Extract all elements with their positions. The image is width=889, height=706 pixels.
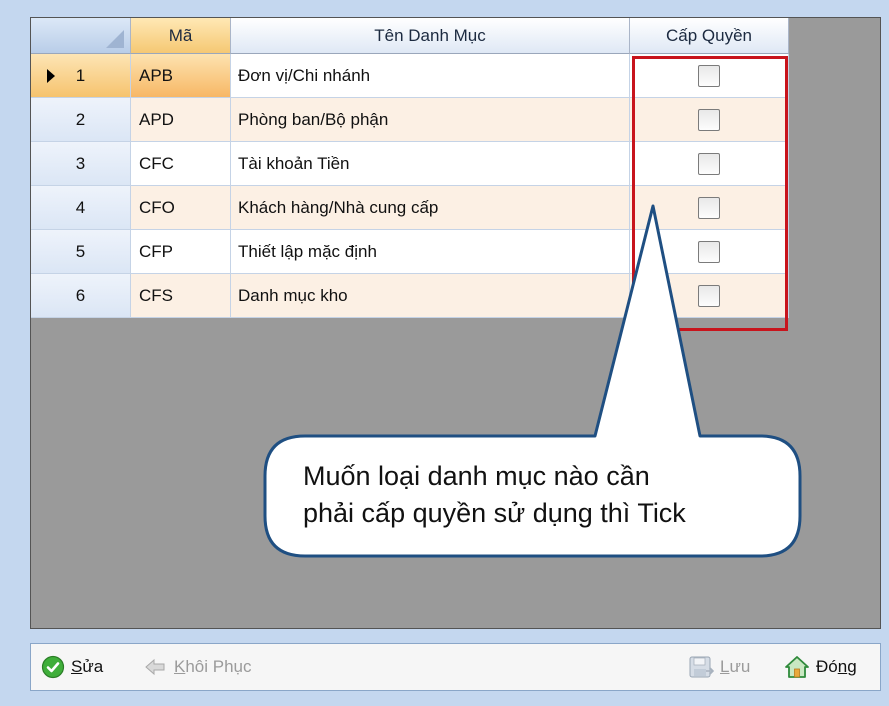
column-header-cap-quyen[interactable]: Cấp Quyền xyxy=(630,18,789,54)
cell-ten-danh-muc[interactable]: Thiết lập mặc định xyxy=(231,230,630,274)
cell-cap-quyen[interactable] xyxy=(630,142,789,186)
permission-checkbox[interactable] xyxy=(698,108,720,131)
callout-text: Muốn loại danh mục nào cần phải cấp quyề… xyxy=(303,458,743,532)
close-label: g xyxy=(847,657,857,676)
row-header[interactable]: 1 xyxy=(31,54,131,98)
current-row-arrow-icon xyxy=(47,69,55,83)
column-header-ma[interactable]: Mã xyxy=(131,18,231,54)
cell-ma[interactable]: CFC xyxy=(131,142,231,186)
home-icon xyxy=(785,656,809,678)
column-header-ten-danh-muc[interactable]: Tên Danh Mục xyxy=(231,18,630,54)
row-header[interactable]: 6 xyxy=(31,274,131,318)
permission-checkbox[interactable] xyxy=(698,240,720,263)
callout-line-2: phải cấp quyền sử dụng thì Tick xyxy=(303,498,686,528)
row-number: 5 xyxy=(75,241,86,261)
restore-label: hôi Phục xyxy=(185,657,252,676)
cell-cap-quyen[interactable] xyxy=(630,54,789,98)
close-label-prefix: Đó xyxy=(816,657,838,676)
edit-button[interactable]: Sửa xyxy=(41,644,103,690)
edit-label-accel: S xyxy=(71,657,83,676)
table-row[interactable]: 2 APD Phòng ban/Bộ phận xyxy=(31,98,789,142)
row-number: 3 xyxy=(75,153,86,173)
save-icon xyxy=(689,656,714,678)
save-label-accel: L xyxy=(720,657,730,676)
cell-ma[interactable]: CFS xyxy=(131,274,231,318)
category-permission-grid: Mã Tên Danh Mục Cấp Quyền 1 APB Đơn vị/C… xyxy=(30,17,881,629)
bottom-toolbar: Sửa Khôi Phục Lưu Đó n g xyxy=(30,643,881,691)
row-number: 6 xyxy=(75,285,86,305)
cell-cap-quyen[interactable] xyxy=(630,230,789,274)
cell-ten-danh-muc[interactable]: Khách hàng/Nhà cung cấp xyxy=(231,186,630,230)
table-row[interactable]: 1 APB Đơn vị/Chi nhánh xyxy=(31,54,789,98)
save-button[interactable]: Lưu xyxy=(688,644,750,690)
row-header[interactable]: 3 xyxy=(31,142,131,186)
cell-ten-danh-muc[interactable]: Tài khoản Tiền xyxy=(231,142,630,186)
cell-cap-quyen[interactable] xyxy=(630,274,789,318)
select-all-corner[interactable] xyxy=(31,18,131,54)
cell-ma[interactable]: APD xyxy=(131,98,231,142)
cell-cap-quyen[interactable] xyxy=(630,98,789,142)
cell-cap-quyen[interactable] xyxy=(630,186,789,230)
permission-checkbox[interactable] xyxy=(698,64,720,87)
corner-triangle-icon xyxy=(106,30,124,48)
restore-label-accel: K xyxy=(174,657,186,676)
row-header[interactable]: 5 xyxy=(31,230,131,274)
cell-ten-danh-muc[interactable]: Phòng ban/Bộ phận xyxy=(231,98,630,142)
cell-ma[interactable]: APB xyxy=(131,54,231,98)
permission-checkbox[interactable] xyxy=(698,196,720,219)
table-row[interactable]: 6 CFS Danh mục kho xyxy=(31,274,789,318)
permission-checkbox[interactable] xyxy=(698,152,720,175)
row-header[interactable]: 2 xyxy=(31,98,131,142)
restore-button[interactable]: Khôi Phục xyxy=(144,644,252,690)
row-header[interactable]: 4 xyxy=(31,186,131,230)
close-label-accel: n xyxy=(837,657,848,676)
save-label: ưu xyxy=(729,657,751,676)
back-arrow-icon xyxy=(145,658,165,676)
cell-ma[interactable]: CFO xyxy=(131,186,231,230)
table-row[interactable]: 4 CFO Khách hàng/Nhà cung cấp xyxy=(31,186,789,230)
cell-ten-danh-muc[interactable]: Đơn vị/Chi nhánh xyxy=(231,54,630,98)
edit-label: ửa xyxy=(82,657,104,676)
table-row[interactable]: 3 CFC Tài khoản Tiền xyxy=(31,142,789,186)
cell-ten-danh-muc[interactable]: Danh mục kho xyxy=(231,274,630,318)
row-number: 2 xyxy=(75,109,86,129)
table-row[interactable]: 5 CFP Thiết lập mặc định xyxy=(31,230,789,274)
callout-line-1: Muốn loại danh mục nào cần xyxy=(303,461,650,491)
permission-checkbox[interactable] xyxy=(698,284,720,307)
check-circle-icon xyxy=(41,655,65,679)
row-number: 1 xyxy=(75,65,86,85)
close-button[interactable]: Đó n g xyxy=(784,644,857,690)
cell-ma[interactable]: CFP xyxy=(131,230,231,274)
row-number: 4 xyxy=(75,197,86,217)
